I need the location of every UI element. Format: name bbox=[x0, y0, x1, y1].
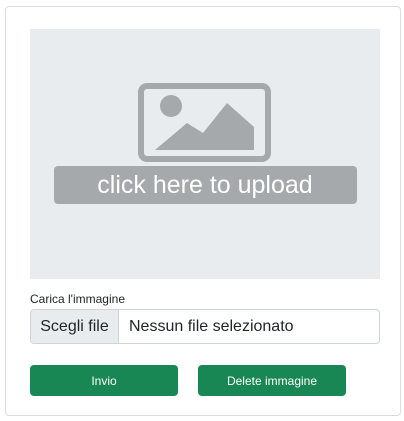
image-upload-area[interactable]: click here to upload bbox=[30, 29, 380, 279]
file-status-text: Nessun file selezionato bbox=[129, 317, 294, 335]
upload-banner: click here to upload bbox=[54, 166, 357, 204]
submit-button[interactable]: Invio bbox=[30, 365, 178, 396]
upload-banner-text: click here to upload bbox=[97, 171, 312, 199]
upload-placeholder-graphic: click here to upload bbox=[54, 83, 357, 204]
file-input[interactable]: Scegli file Nessun file selezionato bbox=[30, 309, 380, 344]
image-placeholder-icon bbox=[138, 83, 271, 162]
upload-field-label: Carica l'immagine bbox=[30, 292, 125, 306]
delete-image-button[interactable]: Delete immagine bbox=[198, 365, 346, 396]
upload-card: click here to upload Carica l'immagine S… bbox=[5, 6, 401, 416]
choose-file-button[interactable]: Scegli file bbox=[31, 310, 119, 343]
